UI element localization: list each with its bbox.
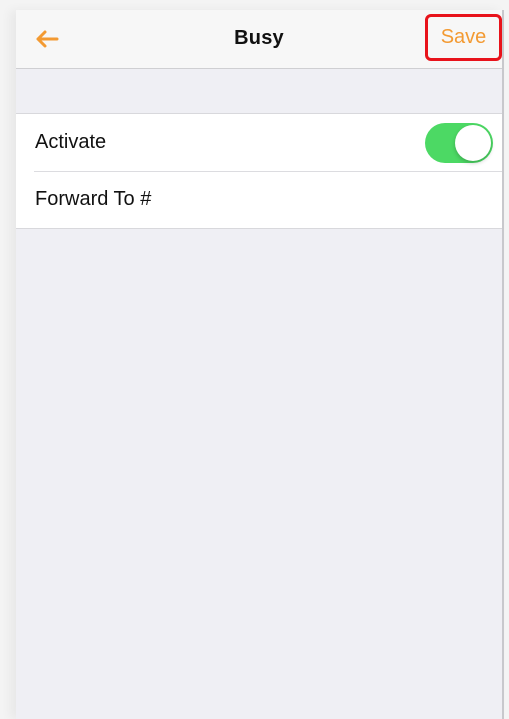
activate-row[interactable]: Activate (16, 114, 502, 171)
activate-label: Activate (35, 131, 107, 153)
forward-to-row[interactable]: Forward To # (16, 171, 502, 228)
app-frame: Busy Save Activate Forward To # (0, 0, 509, 719)
back-button[interactable] (30, 24, 64, 54)
forward-to-label: Forward To # (35, 188, 152, 210)
back-arrow-icon (36, 30, 59, 48)
activate-toggle[interactable] (425, 123, 493, 163)
busy-settings-list: Activate Forward To # (16, 113, 502, 229)
busy-settings-screen: Busy Save Activate Forward To # (16, 10, 504, 719)
save-button[interactable]: Save (425, 14, 502, 61)
toggle-knob (455, 125, 491, 161)
navigation-bar: Busy Save (16, 10, 502, 69)
page-title: Busy (234, 27, 284, 49)
